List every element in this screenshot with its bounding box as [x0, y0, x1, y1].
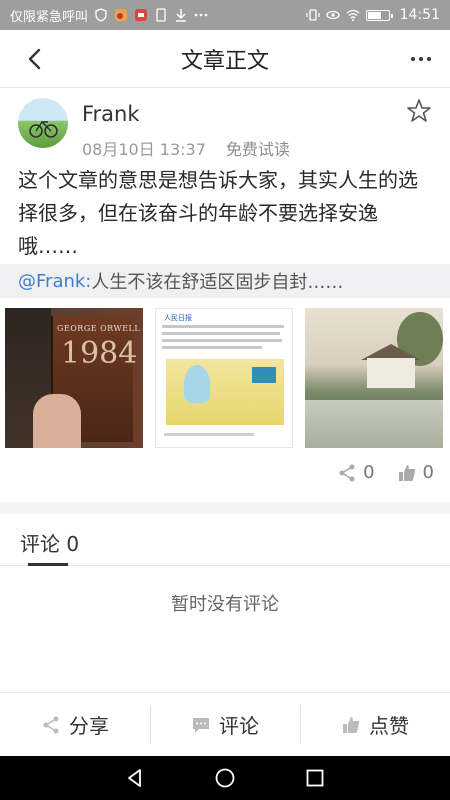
- night-label-box: [252, 367, 276, 383]
- comment-label: 评论: [219, 714, 259, 738]
- book-1984-image[interactable]: GEORGE ORWELL 1984: [5, 308, 143, 448]
- like-button[interactable]: 点赞: [300, 693, 450, 756]
- more-menu-button[interactable]: [406, 45, 436, 73]
- battery-icon: [365, 9, 393, 21]
- water-shape: [305, 400, 443, 448]
- tab-active-indicator: [28, 563, 68, 566]
- share-label: 分享: [69, 714, 109, 738]
- carrier-text: 仅限紧急呼叫: [10, 9, 89, 25]
- title-bar: 文章正文: [0, 30, 450, 88]
- free-trial-tag: 免费试读: [225, 140, 290, 159]
- more-dot: [419, 57, 423, 61]
- status-bar: 仅限紧急呼叫 14:51: [0, 0, 450, 30]
- more-dot: [411, 57, 415, 61]
- clock: 14:51: [399, 7, 440, 23]
- image-gallery: GEORGE ORWELL 1984 人民日报: [5, 308, 445, 448]
- text-line: [162, 346, 262, 349]
- text-line: [162, 332, 280, 335]
- back-triangle-icon[interactable]: [124, 767, 146, 789]
- share-count: 0: [363, 462, 375, 483]
- download-icon: [176, 9, 187, 22]
- share-icon: [43, 716, 59, 733]
- star-outline-icon[interactable]: [406, 98, 432, 124]
- girl-figure: [184, 365, 210, 403]
- eye-icon: [325, 10, 340, 20]
- post-stats: 0 0: [337, 462, 434, 483]
- article-screenshot-image[interactable]: 人民日报: [155, 308, 293, 448]
- house-wall: [367, 358, 415, 388]
- tab-comments[interactable]: 评论 0: [20, 528, 79, 557]
- status-left: 仅限紧急呼叫: [10, 6, 208, 25]
- bottom-action-bar: 分享 评论 点赞: [0, 692, 450, 756]
- share-button[interactable]: 分享: [0, 693, 150, 756]
- author-name[interactable]: Frank: [82, 102, 140, 126]
- post-date: 08月10日 13:37: [82, 140, 206, 159]
- vibrate-icon: [306, 9, 320, 21]
- post-meta: 08月10日 13:37 免费试读: [82, 136, 290, 160]
- mention-link[interactable]: @Frank:: [18, 271, 91, 292]
- like-count: 0: [422, 462, 434, 483]
- bicycle-icon: [29, 120, 58, 138]
- comment-button[interactable]: 评论: [150, 693, 300, 756]
- share-stat[interactable]: 0: [337, 462, 375, 483]
- more-dot: [427, 57, 431, 61]
- book-title-text: 1984: [61, 336, 138, 371]
- avatar[interactable]: [18, 98, 68, 148]
- page-title: 文章正文: [180, 48, 269, 74]
- thumbs-up-icon: [398, 464, 415, 481]
- more-dots-icon: [194, 13, 208, 17]
- quote-text: 人生不该在舒适区固步自封……: [91, 272, 344, 293]
- hand-shape: [33, 394, 81, 448]
- landscape-painting-image[interactable]: [305, 308, 443, 448]
- system-nav-bar: [0, 756, 450, 800]
- caption-line: [164, 433, 254, 436]
- post-content: 这个文章的意思是想告诉大家，其实人生的选择很多，但在该奋斗的年龄不要选择安逸哦……: [18, 168, 418, 258]
- book-author-text: GEORGE ORWELL: [57, 324, 141, 333]
- share-icon: [339, 464, 355, 481]
- app-icon: [135, 9, 148, 21]
- recents-square-icon[interactable]: [304, 767, 326, 789]
- home-circle-icon[interactable]: [214, 767, 236, 789]
- shield-icon: [95, 8, 107, 22]
- thumbs-up-icon: [343, 716, 360, 733]
- status-right: 14:51: [306, 7, 440, 23]
- wifi-icon: [346, 9, 360, 21]
- like-label: 点赞: [369, 714, 409, 738]
- text-line: [162, 325, 284, 328]
- comment-tabs: 评论 0: [0, 514, 450, 566]
- like-stat[interactable]: 0: [397, 462, 434, 483]
- article-source-text: 人民日报: [164, 314, 192, 322]
- text-line: [162, 339, 282, 342]
- sim-icon: [156, 8, 166, 22]
- chevron-left-icon[interactable]: [22, 45, 50, 73]
- quoted-text-strip[interactable]: @Frank: 人生不该在舒适区固步自封……: [0, 264, 450, 298]
- section-divider: [0, 502, 450, 514]
- comment-bubble-icon: [193, 717, 209, 733]
- empty-comments-text: 暂时没有评论: [171, 594, 279, 615]
- weibo-icon: [115, 9, 128, 21]
